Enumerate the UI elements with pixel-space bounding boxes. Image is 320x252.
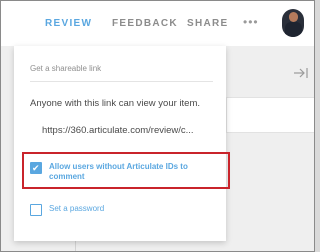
set-password-checkbox[interactable] [30, 204, 42, 216]
app-window: REVIEW FEEDBACK SHARE ••• Get a shareabl… [0, 0, 315, 252]
share-description: Anyone with this link can view your item… [30, 98, 201, 109]
section-title: Get a shareable link [30, 64, 102, 73]
avatar-body [285, 22, 302, 37]
user-avatar[interactable] [282, 9, 304, 37]
background-card [226, 97, 314, 133]
more-options-icon[interactable]: ••• [243, 15, 259, 29]
nav-feedback[interactable]: FEEDBACK [112, 18, 178, 29]
checkmark-icon: ✔ [32, 163, 40, 173]
background-divider [75, 241, 76, 251]
allow-without-id-label: Allow users without Articulate IDs to co… [49, 162, 188, 182]
shareable-link-field[interactable]: https://360.articulate.com/review/c... [30, 118, 213, 144]
set-password-option[interactable]: Set a password [30, 204, 150, 218]
allow-label-line1: Allow users without Articulate IDs to [49, 162, 188, 171]
avatar-head [289, 12, 298, 22]
allow-without-id-checkbox[interactable]: ✔ [30, 162, 42, 174]
allow-label-line2: comment [49, 172, 85, 181]
allow-without-id-option[interactable]: ✔ Allow users without Articulate IDs to … [30, 162, 210, 186]
share-popover: Get a shareable link Anyone with this li… [14, 46, 230, 241]
collapse-panel-icon[interactable] [293, 67, 309, 79]
divider [30, 81, 213, 82]
nav-share[interactable]: SHARE [187, 18, 229, 29]
top-navigation-bar: REVIEW FEEDBACK SHARE ••• [1, 1, 314, 46]
set-password-label: Set a password [49, 204, 105, 213]
background-left-panel [1, 46, 13, 251]
nav-review[interactable]: REVIEW [45, 18, 92, 29]
